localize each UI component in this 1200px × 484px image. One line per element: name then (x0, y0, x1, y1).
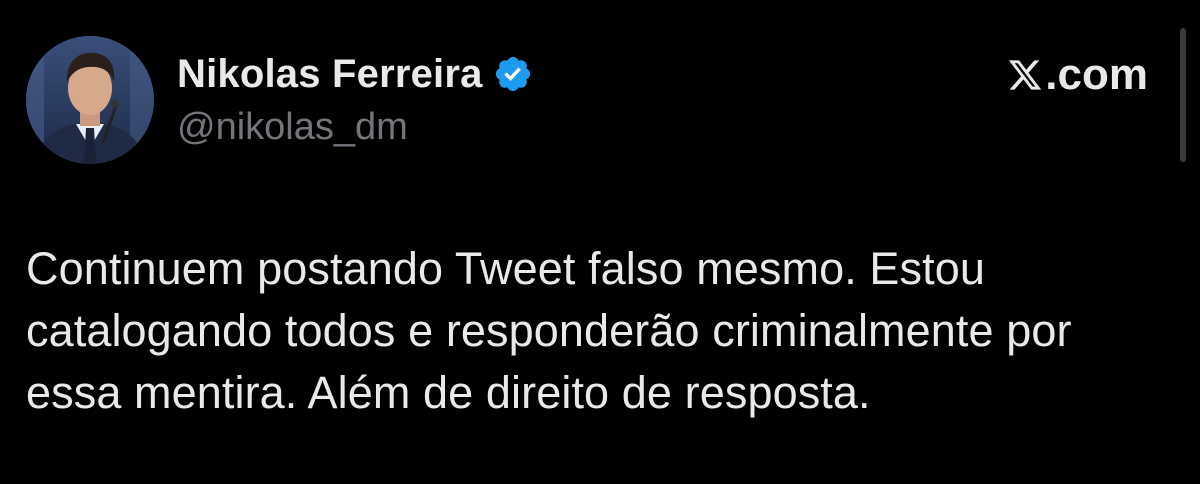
verified-badge-icon[interactable] (493, 54, 533, 94)
tweet-text-line: catalogando todos e responderão criminal… (26, 305, 1072, 356)
brand-suffix: .com (1045, 50, 1148, 99)
x-com-branding: .com (1007, 50, 1148, 100)
author-display-name[interactable]: Nikolas Ferreira (177, 52, 483, 97)
avatar[interactable] (26, 36, 154, 164)
x-logo-icon (1007, 55, 1043, 95)
tweet-card: Nikolas Ferreira @nikolas_dm .com Contin… (0, 0, 1200, 484)
author-block: Nikolas Ferreira @nikolas_dm (177, 48, 533, 149)
tweet-text: Continuem postando Tweet falso mesmo. Es… (26, 238, 1176, 424)
author-name-row: Nikolas Ferreira (177, 48, 533, 100)
scrollbar[interactable] (1180, 28, 1186, 162)
author-handle[interactable]: @nikolas_dm (177, 106, 533, 149)
profile-photo-icon (26, 36, 154, 164)
tweet-text-line: Continuem postando Tweet falso mesmo. Es… (26, 243, 985, 294)
tweet-text-line: essa mentira. Além de direito de respost… (26, 367, 871, 418)
